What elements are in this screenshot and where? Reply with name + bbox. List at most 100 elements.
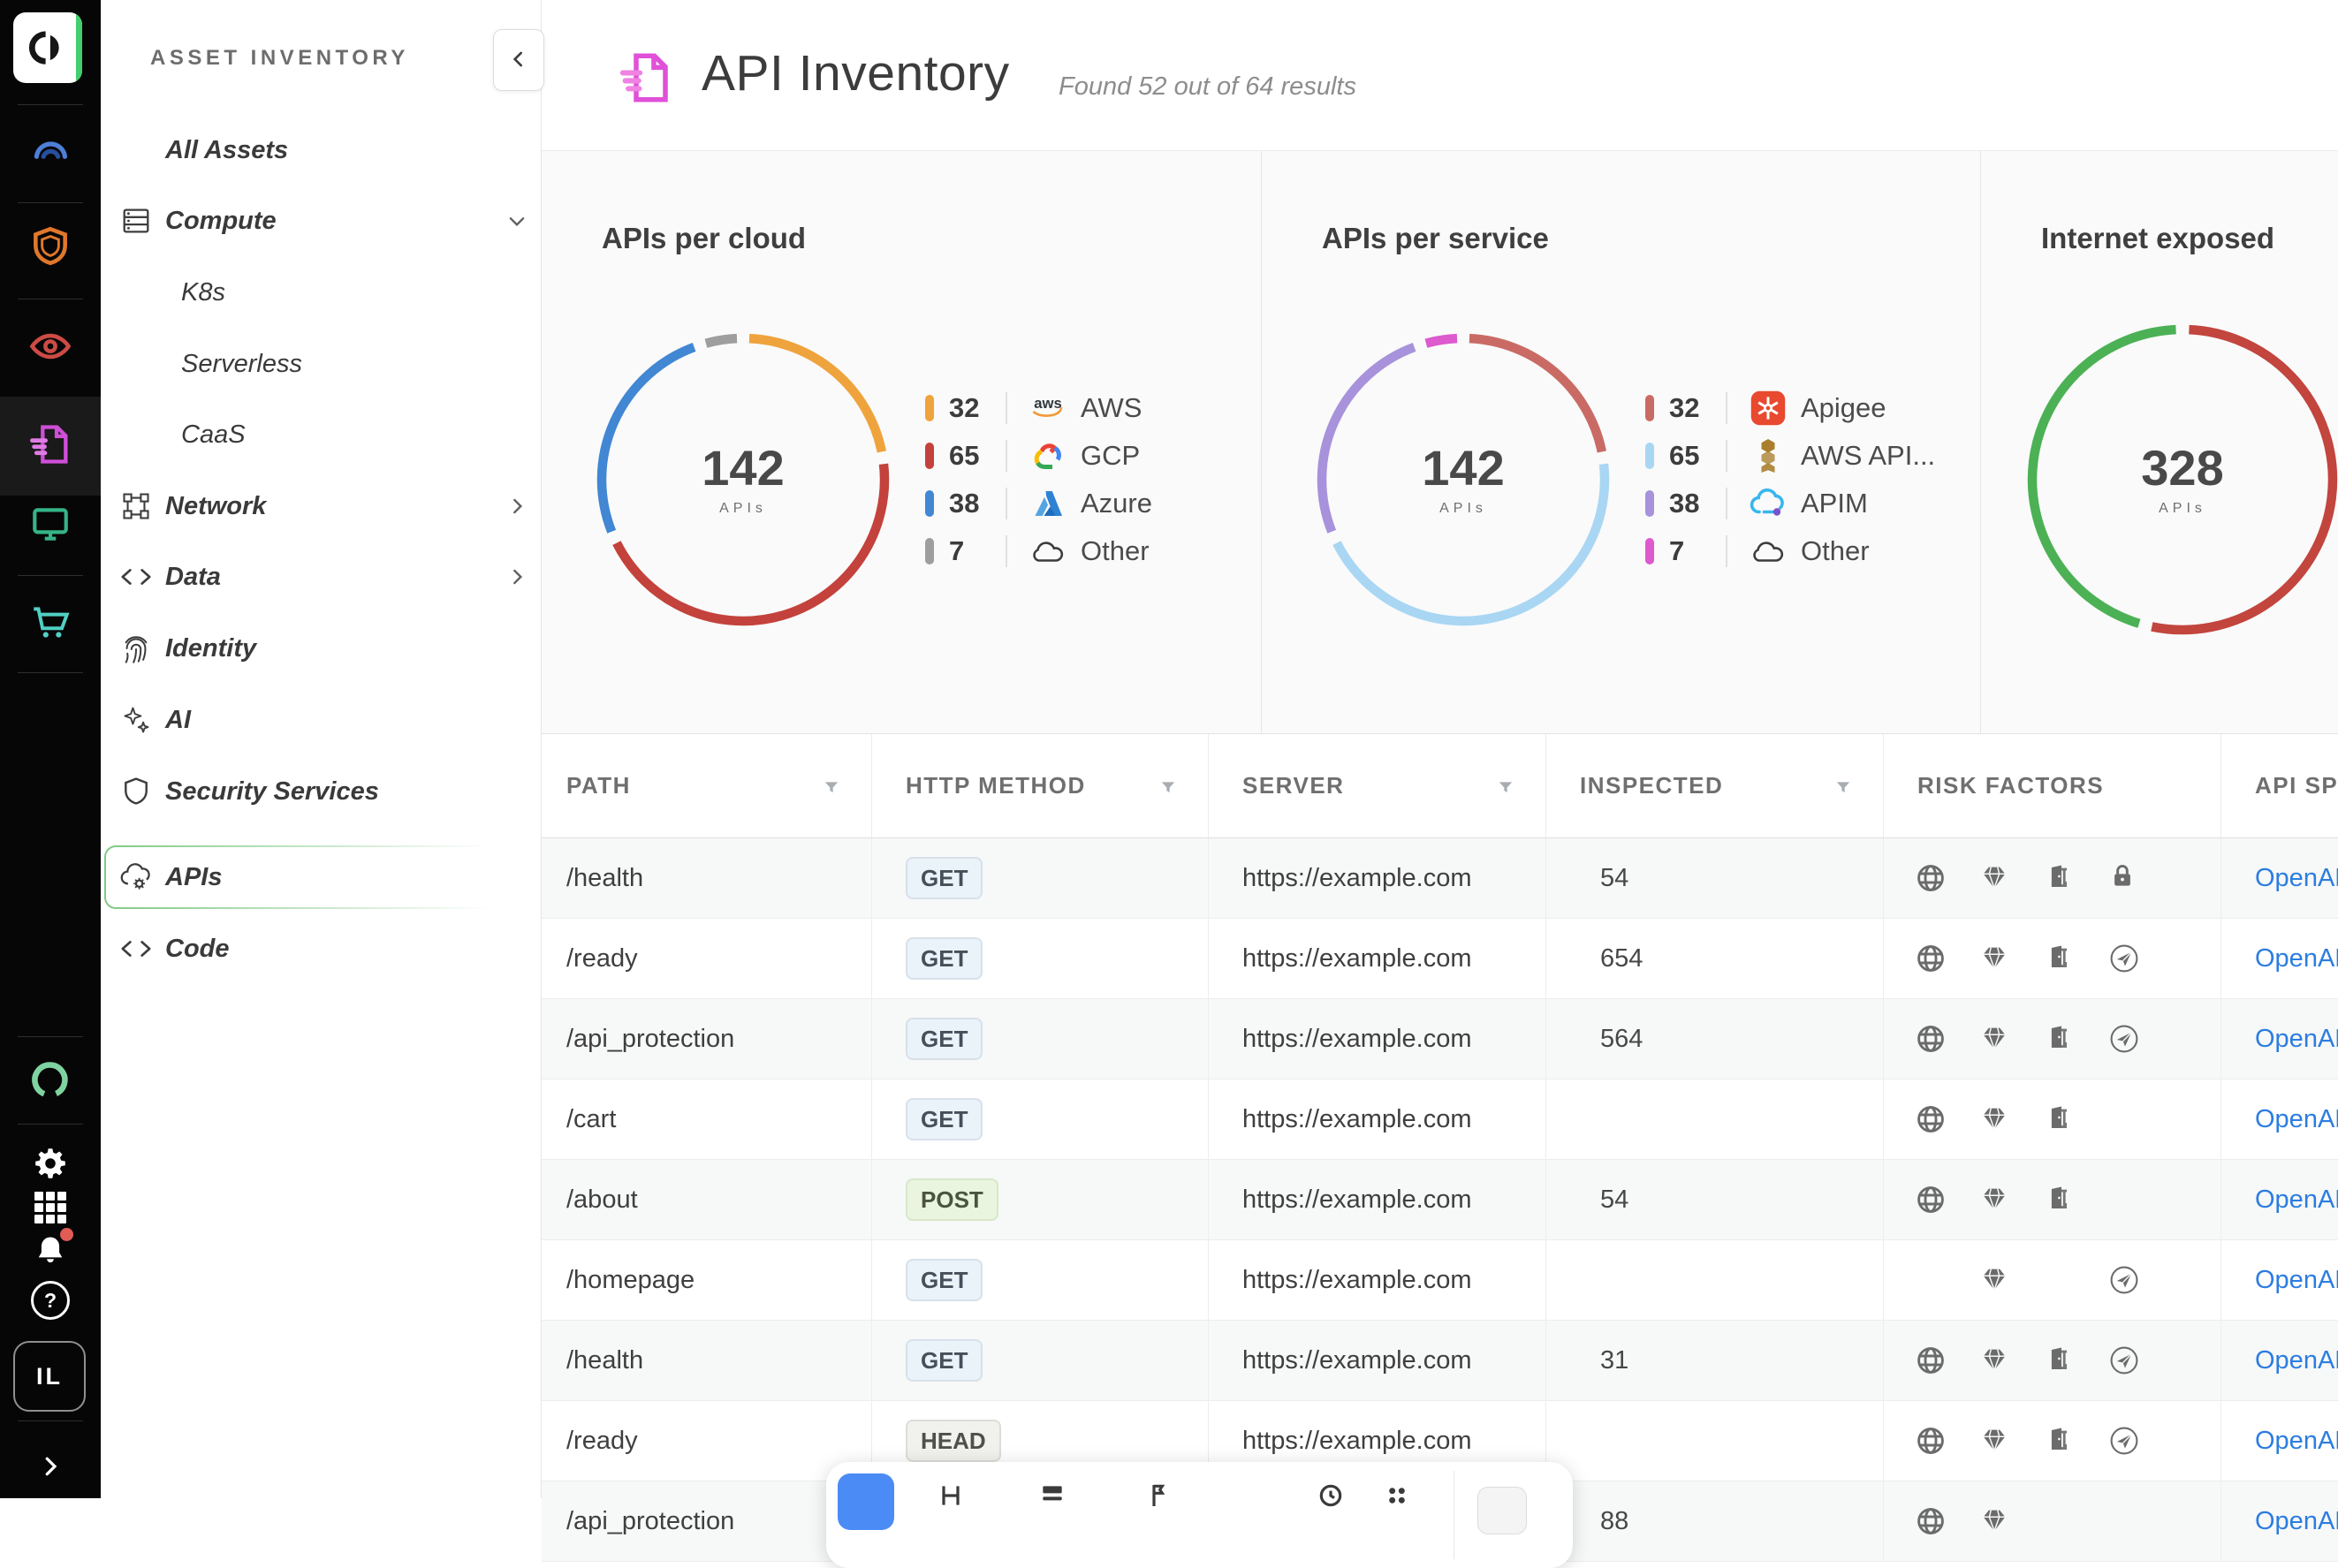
chart-internet-exposed: Internet exposed 328APIs bbox=[1980, 151, 2338, 733]
gem-risk-icon bbox=[1979, 1345, 2011, 1376]
sidebar-item-serverless[interactable]: Serverless bbox=[101, 329, 541, 399]
toolbar-unknown-icon-3[interactable] bbox=[1140, 1481, 1168, 1510]
table-row[interactable]: /homepageGEThttps://example.comOpenAPI bbox=[542, 1240, 2338, 1321]
openapi-link[interactable]: OpenAPI bbox=[2255, 1427, 2338, 1456]
sidebar-item-caas[interactable]: CaaS bbox=[101, 399, 541, 470]
table-row[interactable]: /healthGEThttps://example.com31OpenAPI bbox=[542, 1321, 2338, 1401]
toolbar-pill-toggle[interactable] bbox=[1477, 1487, 1527, 1534]
sidebar-item-apis[interactable]: APIs bbox=[101, 842, 541, 913]
toolbar-unknown-icon-1[interactable] bbox=[937, 1481, 965, 1510]
user-avatar[interactable]: IL bbox=[13, 1341, 86, 1412]
app-logo[interactable] bbox=[13, 12, 82, 83]
cell-api-spec: OpenAPI bbox=[2221, 1079, 2338, 1159]
column-header-api-spec[interactable]: API SPEC bbox=[2221, 734, 2338, 837]
column-header-server[interactable]: SERVER bbox=[1209, 734, 1546, 837]
legend-value: 32 bbox=[1669, 392, 1726, 424]
sidebar-item-code[interactable]: Code bbox=[101, 913, 541, 984]
nav-asset-inventory[interactable] bbox=[0, 418, 101, 471]
door-risk-icon bbox=[2044, 1023, 2076, 1055]
cell-path: /api_protection bbox=[542, 1481, 872, 1561]
column-label: RISK FACTORS bbox=[1917, 772, 2104, 799]
cell-path: /api_protection bbox=[542, 999, 872, 1079]
method-badge: GET bbox=[906, 1259, 983, 1301]
globe-risk-icon bbox=[1915, 862, 1947, 894]
filter-funnel-icon[interactable] bbox=[1833, 776, 1853, 796]
sidebar-item-ai[interactable]: AI bbox=[101, 685, 541, 755]
globe-risk-icon bbox=[1915, 1505, 1947, 1537]
cell-path: /about bbox=[542, 1160, 872, 1239]
toolbar-unknown-icon-4[interactable] bbox=[1317, 1481, 1345, 1510]
table-row[interactable]: /readyGEThttps://example.com654OpenAPI bbox=[542, 919, 2338, 999]
nav-marketplace[interactable] bbox=[0, 596, 101, 649]
nav-dashboard[interactable] bbox=[0, 124, 101, 177]
cell-path: /ready bbox=[542, 1401, 872, 1481]
toolbar-unknown-icon-2[interactable] bbox=[1038, 1481, 1067, 1510]
sidebar-item-data[interactable]: Data bbox=[101, 542, 541, 612]
sidebar-item-k8s[interactable]: K8s bbox=[101, 257, 541, 328]
sidebar-item-label: Network bbox=[165, 492, 266, 521]
legend-divider bbox=[1006, 440, 1007, 472]
table-row[interactable]: /api_protectionGEThttps://example.com564… bbox=[542, 999, 2338, 1079]
openapi-link[interactable]: OpenAPI bbox=[2255, 864, 2338, 893]
column-header-inspected[interactable]: INSPECTED bbox=[1546, 734, 1884, 837]
table-row[interactable]: /aboutPOSThttps://example.com54OpenAPI bbox=[542, 1160, 2338, 1240]
globe-risk-icon bbox=[1915, 1425, 1947, 1457]
nav-notifications[interactable] bbox=[0, 1225, 101, 1278]
legend-item-aws: 32awsAWS bbox=[925, 384, 1152, 432]
globe-risk-icon bbox=[1915, 943, 1947, 974]
cell-api-spec: OpenAPI bbox=[2221, 1321, 2338, 1400]
sidebar-item-network[interactable]: Network bbox=[101, 471, 541, 542]
sidebar-item-identity[interactable]: Identity bbox=[101, 613, 541, 684]
filter-funnel-icon[interactable] bbox=[1158, 776, 1178, 796]
sidebar-item-label: Serverless bbox=[181, 350, 302, 379]
chevron-left-icon bbox=[507, 48, 530, 73]
openapi-link[interactable]: OpenAPI bbox=[2255, 944, 2338, 973]
filter-funnel-icon[interactable] bbox=[1496, 776, 1515, 796]
table-row[interactable]: /healthGEThttps://example.com54OpenAPI bbox=[542, 838, 2338, 919]
openapi-link[interactable]: OpenAPI bbox=[2255, 1105, 2338, 1134]
cell-risk-factors bbox=[1884, 919, 2221, 998]
column-header-risk-factors[interactable]: RISK FACTORS bbox=[1884, 734, 2221, 837]
legend-divider bbox=[1726, 392, 1727, 424]
results-count: Found 52 out of 64 results bbox=[1059, 72, 1356, 102]
legend-divider bbox=[1006, 488, 1007, 519]
table-row[interactable]: /cartGEThttps://example.comOpenAPI bbox=[542, 1079, 2338, 1160]
openapi-link[interactable]: OpenAPI bbox=[2255, 1266, 2338, 1295]
column-header-path[interactable]: PATH bbox=[542, 734, 872, 837]
column-label: PATH bbox=[566, 772, 631, 799]
sidebar-item-security-services[interactable]: Security Services bbox=[101, 756, 541, 827]
door-risk-icon bbox=[2044, 1425, 2076, 1457]
column-label: HTTP METHOD bbox=[906, 772, 1086, 799]
globe-risk-icon bbox=[1915, 1345, 1947, 1376]
cell-inspected bbox=[1546, 1079, 1884, 1159]
legend-label: Azure bbox=[1081, 488, 1152, 519]
legend-divider bbox=[1726, 440, 1727, 472]
apigee-logo-icon bbox=[1747, 390, 1789, 427]
door-risk-icon bbox=[2044, 943, 2076, 974]
nav-loop[interactable] bbox=[0, 1054, 101, 1107]
legend-label: GCP bbox=[1081, 440, 1140, 472]
gauge-icon bbox=[28, 128, 72, 172]
openapi-link[interactable]: OpenAPI bbox=[2255, 1185, 2338, 1215]
sidebar-collapse-button[interactable] bbox=[493, 29, 544, 91]
chevron-right-icon bbox=[505, 565, 528, 588]
sidebar: ASSET INVENTORY All AssetsComputeK8sServ… bbox=[101, 0, 542, 1498]
nav-workloads[interactable] bbox=[0, 497, 101, 550]
openapi-link[interactable]: OpenAPI bbox=[2255, 1346, 2338, 1375]
sidebar-item-compute[interactable]: Compute bbox=[101, 186, 541, 256]
openapi-link[interactable]: OpenAPI bbox=[2255, 1507, 2338, 1536]
rail-expand[interactable] bbox=[0, 1440, 101, 1493]
nav-visibility[interactable] bbox=[0, 320, 101, 373]
legend-color-bar bbox=[1645, 538, 1654, 564]
openapi-link[interactable]: OpenAPI bbox=[2255, 1025, 2338, 1054]
filter-funnel-icon[interactable] bbox=[822, 776, 841, 796]
legend-item-other: 7Other bbox=[1645, 527, 1935, 575]
charts-band: APIs per cloud 142APIs 32awsAWS65GCP38Az… bbox=[542, 151, 2338, 734]
cloud-outline-icon bbox=[1027, 533, 1069, 570]
nav-protection[interactable] bbox=[0, 220, 101, 273]
sidebar-item-all-assets[interactable]: All Assets bbox=[101, 115, 541, 186]
toolbar-unknown-icon-5[interactable] bbox=[1383, 1481, 1411, 1510]
column-header-http-method[interactable]: HTTP METHOD bbox=[872, 734, 1209, 837]
toolbar-primary-button[interactable] bbox=[838, 1473, 894, 1530]
nav-help[interactable]: ? bbox=[0, 1274, 101, 1327]
